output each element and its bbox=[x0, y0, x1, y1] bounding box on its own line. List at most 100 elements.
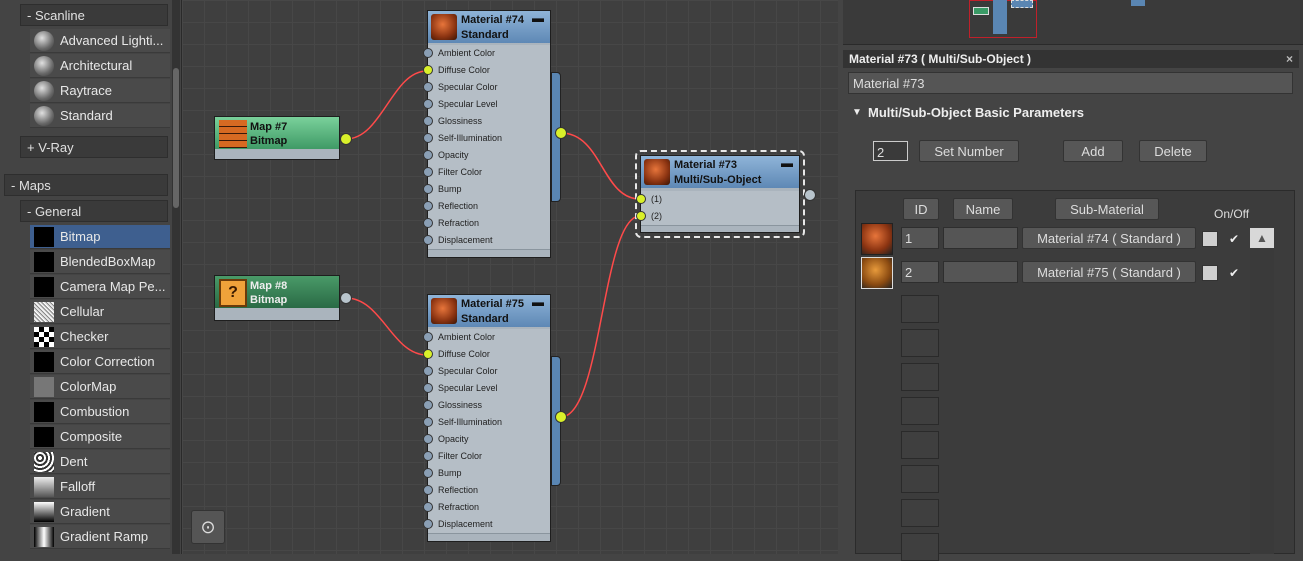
count-field[interactable]: 2 bbox=[873, 141, 908, 161]
output-socket[interactable] bbox=[340, 133, 352, 145]
input-slot[interactable]: Self-Illumination bbox=[423, 414, 550, 432]
input-slot[interactable]: Specular Level bbox=[423, 380, 550, 398]
map-item[interactable]: BlendedBoxMap bbox=[30, 250, 170, 274]
material-name-field[interactable]: Material #73 bbox=[848, 72, 1293, 94]
socket-dot[interactable] bbox=[423, 349, 433, 359]
socket-dot[interactable] bbox=[423, 434, 433, 444]
material-item[interactable]: Architectural bbox=[30, 54, 170, 78]
input-slot[interactable]: Refraction bbox=[423, 499, 550, 517]
input-slot-2[interactable]: (2) bbox=[636, 208, 799, 226]
on-off-checkbox[interactable]: ✔ bbox=[1226, 265, 1242, 281]
submaterial-button[interactable]: Material #74 ( Standard ) bbox=[1022, 227, 1196, 249]
input-slot[interactable]: Reflection bbox=[423, 198, 550, 216]
material-item[interactable]: Raytrace bbox=[30, 79, 170, 103]
input-slot[interactable]: Diffuse Color bbox=[423, 62, 550, 80]
table-scrollbar[interactable]: ▲ bbox=[1250, 228, 1274, 554]
node-map-7[interactable]: Map #7 Bitmap bbox=[214, 116, 340, 160]
slate-view-canvas[interactable]: Map #7 Bitmap ? Map #8 Bitmap Material #… bbox=[182, 0, 838, 554]
map-item[interactable]: Cellular bbox=[30, 300, 170, 324]
input-slot-1[interactable]: (1) bbox=[636, 191, 799, 209]
socket-dot[interactable] bbox=[423, 519, 433, 529]
group-header-vray[interactable]: + V-Ray bbox=[20, 136, 168, 158]
close-icon[interactable]: × bbox=[1286, 50, 1293, 68]
group-header-maps[interactable]: - Maps bbox=[4, 174, 168, 196]
column-header-id[interactable]: ID bbox=[903, 198, 939, 220]
scrollbar-thumb[interactable] bbox=[173, 68, 179, 208]
column-header-name[interactable]: Name bbox=[953, 198, 1013, 220]
set-number-button[interactable]: Set Number bbox=[919, 140, 1019, 162]
minimize-icon[interactable]: ▬ bbox=[532, 295, 544, 309]
map-item[interactable]: Combustion bbox=[30, 400, 170, 424]
map-item[interactable]: Falloff bbox=[30, 475, 170, 499]
rollout-header[interactable]: ▼ Multi/Sub-Object Basic Parameters bbox=[848, 101, 1293, 125]
input-slot[interactable]: Bump bbox=[423, 181, 550, 199]
material-item[interactable]: Advanced Lighti... bbox=[30, 29, 170, 53]
input-slot[interactable]: Diffuse Color bbox=[423, 346, 550, 364]
color-swatch[interactable] bbox=[1202, 265, 1218, 281]
input-slot[interactable]: Ambient Color bbox=[423, 45, 550, 63]
input-slot[interactable]: Displacement bbox=[423, 516, 550, 534]
on-off-checkbox[interactable]: ✔ bbox=[1226, 231, 1242, 247]
map-item[interactable]: Bitmap bbox=[30, 225, 170, 249]
map-item[interactable]: Composite bbox=[30, 425, 170, 449]
socket-dot[interactable] bbox=[423, 502, 433, 512]
socket-dot[interactable] bbox=[636, 194, 646, 204]
node-material-75[interactable]: Material #75 Standard ▬ Ambient Color Dif… bbox=[423, 294, 551, 542]
socket-dot[interactable] bbox=[423, 184, 433, 194]
scroll-up-icon[interactable]: ▲ bbox=[1250, 228, 1274, 248]
socket-dot[interactable] bbox=[423, 417, 433, 427]
output-socket[interactable] bbox=[340, 292, 352, 304]
input-slot[interactable]: Opacity bbox=[423, 431, 550, 449]
node-map-8[interactable]: ? Map #8 Bitmap bbox=[214, 275, 340, 321]
map-item[interactable]: Checker bbox=[30, 325, 170, 349]
node-material-73[interactable]: Material #73 Multi/Sub-Object ▬ (1) (2) bbox=[636, 155, 800, 233]
color-swatch[interactable] bbox=[1202, 231, 1218, 247]
socket-dot[interactable] bbox=[423, 133, 433, 143]
socket-dot[interactable] bbox=[423, 235, 433, 245]
socket-dot[interactable] bbox=[423, 116, 433, 126]
socket-dot[interactable] bbox=[423, 65, 433, 75]
input-slot[interactable]: Filter Color bbox=[423, 448, 550, 466]
socket-dot[interactable] bbox=[423, 451, 433, 461]
name-field[interactable] bbox=[943, 227, 1018, 249]
socket-dot[interactable] bbox=[423, 366, 433, 376]
map-item[interactable]: Color Correction bbox=[30, 350, 170, 374]
socket-dot[interactable] bbox=[423, 400, 433, 410]
map-item[interactable]: ColorMap bbox=[30, 375, 170, 399]
add-button[interactable]: Add bbox=[1063, 140, 1123, 162]
delete-button[interactable]: Delete bbox=[1139, 140, 1207, 162]
input-slot[interactable]: Specular Color bbox=[423, 363, 550, 381]
map-item[interactable]: Camera Map Pe... bbox=[30, 275, 170, 299]
socket-dot[interactable] bbox=[423, 201, 433, 211]
input-slot[interactable]: Ambient Color bbox=[423, 329, 550, 347]
column-header-submaterial[interactable]: Sub-Material bbox=[1055, 198, 1159, 220]
submaterial-button[interactable]: Material #75 ( Standard ) bbox=[1022, 261, 1196, 283]
map-item[interactable]: Gradient Ramp bbox=[30, 525, 170, 549]
group-header-scanline[interactable]: - Scanline bbox=[20, 4, 168, 26]
map-item[interactable]: Dent bbox=[30, 450, 170, 474]
map-item[interactable]: Gradient bbox=[30, 500, 170, 524]
socket-dot[interactable] bbox=[423, 468, 433, 478]
minimize-icon[interactable]: ▬ bbox=[532, 11, 544, 25]
output-socket[interactable] bbox=[804, 189, 816, 201]
minimize-icon[interactable]: ▬ bbox=[781, 156, 793, 170]
input-slot[interactable]: Refraction bbox=[423, 215, 550, 233]
browser-scrollbar[interactable] bbox=[172, 0, 180, 554]
input-slot[interactable]: Displacement bbox=[423, 232, 550, 250]
navigator-view[interactable] bbox=[843, 0, 1303, 45]
socket-dot[interactable] bbox=[423, 383, 433, 393]
group-header-general[interactable]: - General bbox=[20, 200, 168, 222]
socket-dot[interactable] bbox=[423, 485, 433, 495]
output-socket[interactable] bbox=[555, 127, 567, 139]
input-slot[interactable]: Filter Color bbox=[423, 164, 550, 182]
socket-dot[interactable] bbox=[423, 150, 433, 160]
socket-dot[interactable] bbox=[423, 218, 433, 228]
input-slot[interactable]: Reflection bbox=[423, 482, 550, 500]
input-slot[interactable]: Glossiness bbox=[423, 113, 550, 131]
collapse-triangle-icon[interactable]: ▼ bbox=[852, 101, 862, 125]
material-item[interactable]: Standard bbox=[30, 104, 170, 128]
socket-dot[interactable] bbox=[423, 48, 433, 58]
socket-dot[interactable] bbox=[636, 211, 646, 221]
input-slot[interactable]: Specular Color bbox=[423, 79, 550, 97]
output-socket[interactable] bbox=[555, 411, 567, 423]
